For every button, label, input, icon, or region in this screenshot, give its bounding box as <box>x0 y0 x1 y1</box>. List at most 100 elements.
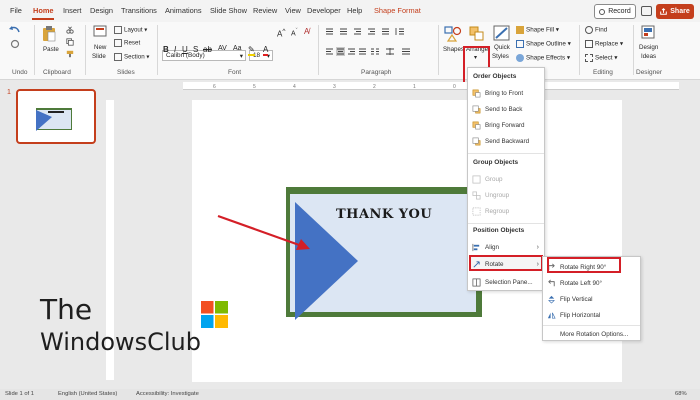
tab-transitions[interactable]: Transitions <box>121 6 157 15</box>
tab-file[interactable]: File <box>10 6 22 15</box>
select-icon <box>585 54 593 62</box>
tab-view[interactable]: View <box>285 6 301 15</box>
flip-horizontal-item[interactable]: Flip Horizontal <box>547 308 639 322</box>
arrange-icon[interactable] <box>469 26 485 42</box>
new-slide-icon[interactable] <box>93 25 107 40</box>
slide-number: 1 <box>7 89 11 96</box>
send-to-back-item[interactable]: Send to Back <box>472 102 542 116</box>
char-spacing-icon[interactable]: AV <box>218 45 227 52</box>
bring-to-front-item[interactable]: Bring to Front <box>472 86 542 100</box>
design-ideas-button-line2[interactable]: Ideas <box>641 53 656 60</box>
undo-icon[interactable] <box>8 25 22 35</box>
accessibility-status[interactable]: Accessibility: Investigate <box>136 391 199 397</box>
section-button[interactable]: Section ▾ <box>114 53 149 61</box>
tab-slide-show[interactable]: Slide Show <box>210 6 247 15</box>
redo-icon[interactable] <box>10 39 20 49</box>
tab-insert[interactable]: Insert <box>63 6 81 15</box>
rotate-left-item[interactable]: Rotate Left 90° <box>547 276 639 290</box>
select-button[interactable]: Select ▾ <box>585 54 617 62</box>
send-backward-item[interactable]: Send Backward <box>472 134 542 148</box>
editing-group-label: Editing <box>593 69 613 76</box>
tab-home[interactable]: Home <box>33 6 54 15</box>
active-tab-indicator <box>32 18 54 20</box>
italic-icon[interactable]: I <box>174 45 176 54</box>
ribbon: Undo Paste Clipboard New Slide Layout ▾ … <box>0 22 700 86</box>
svg-text:4: 4 <box>293 84 296 90</box>
more-rotation-options-item[interactable]: More Rotation Options... <box>547 327 639 341</box>
share-button[interactable]: Share <box>656 4 694 19</box>
bring-forward-item[interactable]: Bring Forward <box>472 118 542 132</box>
svg-text:1: 1 <box>413 84 416 90</box>
shapes-button[interactable]: Shapes <box>443 46 464 53</box>
send-to-back-icon <box>472 105 481 113</box>
new-slide-button[interactable]: New <box>94 44 106 51</box>
shadow-icon[interactable]: S <box>193 45 198 54</box>
shape-effects-button[interactable]: Shape Effects ▾ <box>516 54 570 62</box>
layout-button[interactable]: Layout ▾ <box>114 26 147 34</box>
horizontal-ruler: 6 5 4 3 2 1 0 <box>183 82 679 90</box>
slide-thumbnail-preview <box>36 108 72 131</box>
bold-icon[interactable]: B <box>163 45 169 54</box>
flip-vertical-item[interactable]: Flip Vertical <box>547 292 639 306</box>
replace-icon <box>585 40 593 48</box>
regroup-item: Regroup <box>472 204 542 218</box>
paragraph-group-label: Paragraph <box>361 69 392 76</box>
format-painter-icon[interactable] <box>66 50 74 58</box>
design-ideas-button[interactable]: Design <box>639 44 658 51</box>
svg-text:2: 2 <box>373 84 376 90</box>
quick-styles-button[interactable]: Quick <box>494 44 510 51</box>
tab-developer[interactable]: Developer <box>307 6 341 15</box>
tab-review[interactable]: Review <box>253 6 277 15</box>
paragraph-list-icons[interactable] <box>324 27 424 36</box>
slide-thumbnail[interactable] <box>16 89 96 144</box>
paste-icon[interactable] <box>42 25 56 42</box>
increase-font-icon[interactable]: A^ <box>277 28 285 39</box>
font-color-icon[interactable]: A <box>263 45 269 56</box>
tab-design[interactable]: Design <box>90 6 113 15</box>
alignment-icons[interactable] <box>324 47 424 56</box>
highlight-icon[interactable]: ✎ <box>248 45 255 56</box>
language-indicator[interactable]: English (United States) <box>58 391 117 397</box>
bring-to-front-icon <box>472 89 481 97</box>
reset-button[interactable]: Reset <box>114 39 140 47</box>
selection-pane-item[interactable]: Selection Pane... <box>472 275 542 289</box>
tab-shape-format[interactable]: Shape Format <box>374 6 421 15</box>
status-bar: Slide 1 of 1 English (United States) Acc… <box>0 389 700 400</box>
copy-icon[interactable] <box>66 38 74 46</box>
slides-group-label: Slides <box>117 69 135 76</box>
share-label: Share <box>670 8 690 15</box>
strikethrough-icon[interactable]: ab <box>203 45 212 54</box>
align-item[interactable]: Align › <box>472 240 542 254</box>
windows-logo-icon <box>201 301 228 328</box>
clear-formatting-icon[interactable]: A̸ <box>304 27 309 36</box>
tab-animations[interactable]: Animations <box>165 6 202 15</box>
change-case-icon[interactable]: Aa <box>233 45 242 52</box>
quick-styles-button-line2[interactable]: Styles <box>492 53 509 60</box>
quick-styles-icon[interactable] <box>493 25 511 42</box>
group-icon <box>472 175 481 183</box>
svg-text:6: 6 <box>213 84 216 90</box>
design-ideas-icon[interactable] <box>641 25 655 41</box>
new-slide-button-line2[interactable]: Slide <box>92 53 106 60</box>
shapes-icon[interactable] <box>444 26 462 42</box>
find-icon <box>585 26 593 34</box>
shape-effects-icon <box>516 54 524 62</box>
decrease-font-icon[interactable]: Aˇ <box>291 28 298 37</box>
cut-icon[interactable] <box>66 26 74 34</box>
send-backward-icon <box>472 137 481 145</box>
replace-button[interactable]: Replace ▾ <box>585 40 623 48</box>
group-item: Group <box>472 172 542 186</box>
shape-fill-button[interactable]: Shape Fill ▾ <box>516 26 559 34</box>
regroup-icon <box>472 207 481 215</box>
paste-button[interactable]: Paste <box>43 46 59 53</box>
svg-text:0: 0 <box>453 84 456 90</box>
tab-help[interactable]: Help <box>347 6 362 15</box>
underline-icon[interactable]: U <box>182 45 188 54</box>
find-button[interactable]: Find <box>585 26 607 34</box>
shape-outline-button[interactable]: Shape Outline ▾ <box>516 40 571 48</box>
zoom-level[interactable]: 68% <box>675 391 687 397</box>
selection-pane-icon <box>472 278 481 286</box>
comments-icon[interactable] <box>641 6 652 16</box>
record-button[interactable]: Record <box>594 4 636 19</box>
undo-group-label: Undo <box>12 69 28 76</box>
